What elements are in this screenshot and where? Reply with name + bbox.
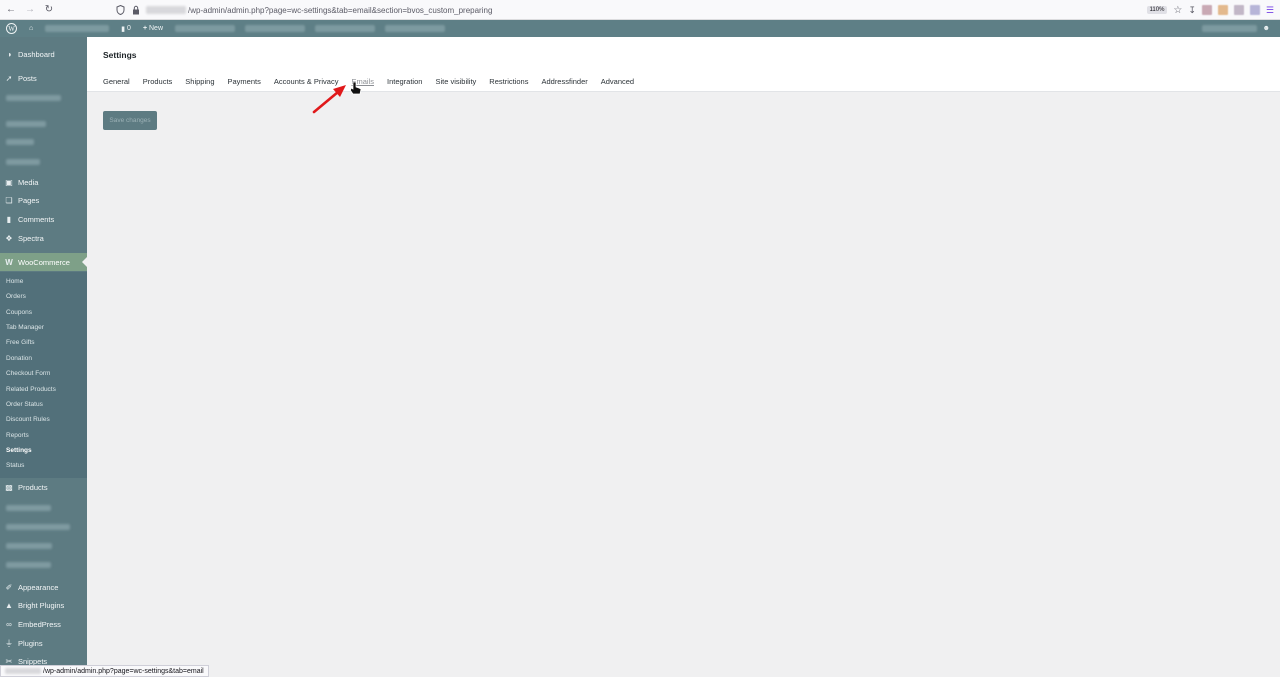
annotation-overlay <box>312 81 362 114</box>
hand-cursor-icon <box>350 81 362 95</box>
link-status-bar: /wp-admin/admin.php?page=wc-settings&tab… <box>0 665 209 677</box>
status-url: /wp-admin/admin.php?page=wc-settings&tab… <box>43 667 204 675</box>
redacted-domain <box>5 668 41 674</box>
red-arrow-annotation <box>312 85 346 114</box>
